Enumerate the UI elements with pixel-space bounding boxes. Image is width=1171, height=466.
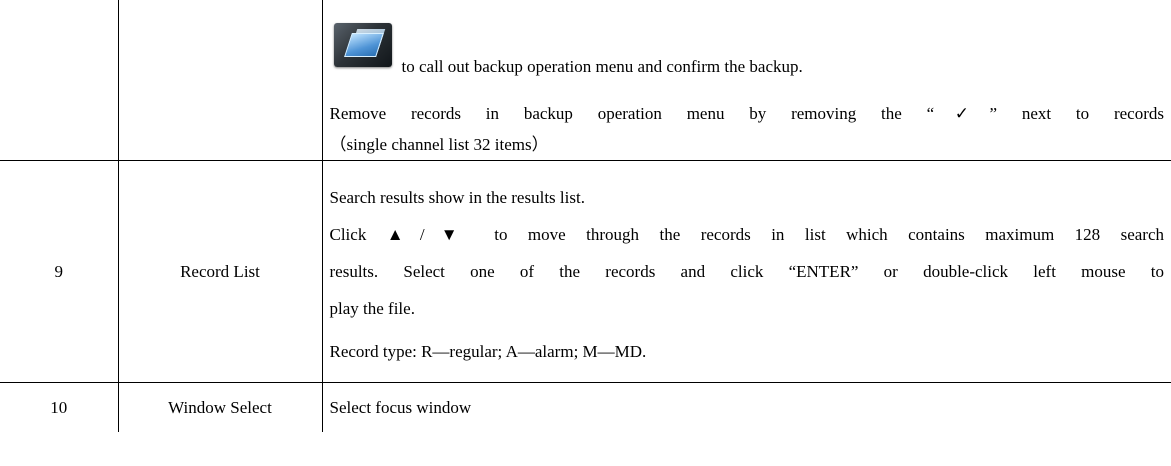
row-name-cell: Window Select (117, 382, 323, 432)
description-line: results. Select one of the records and c… (329, 262, 1165, 281)
description-line: Record type: R—regular; A—alarm; M—MD. (329, 342, 647, 361)
row-number-cell: 9 (0, 160, 119, 383)
description-line: Search results show in the results list. (329, 188, 585, 207)
table-row: 10 Window Select Select focus window (0, 382, 1171, 432)
row-name-cell (117, 0, 323, 161)
description-line: （single channel list 32 items） (329, 134, 549, 154)
description-line: Select focus window (329, 397, 472, 417)
table-row: 9 Record List Search results show in the… (0, 160, 1171, 383)
table-row: to call out backup operation menu and co… (0, 0, 1171, 161)
description-line: Click ▲/▼ to move through the records in… (329, 225, 1165, 244)
row-description-cell: Select focus window (321, 382, 1171, 432)
row-name-cell: Record List (117, 160, 323, 383)
description-line: play the file. (329, 299, 415, 318)
icon-line: to call out backup operation menu and co… (330, 22, 1165, 83)
row-number-cell: 10 (0, 382, 119, 432)
backup-folder-icon (333, 22, 392, 67)
row-number-cell (0, 0, 119, 161)
row-description-cell: Search results show in the results list.… (321, 160, 1171, 383)
description-line: Remove records in backup operation menu … (329, 103, 1165, 123)
description-line: to call out backup operation menu and co… (401, 56, 803, 76)
row-description-cell: to call out backup operation menu and co… (321, 0, 1171, 161)
document-table: to call out backup operation menu and co… (0, 0, 1171, 432)
